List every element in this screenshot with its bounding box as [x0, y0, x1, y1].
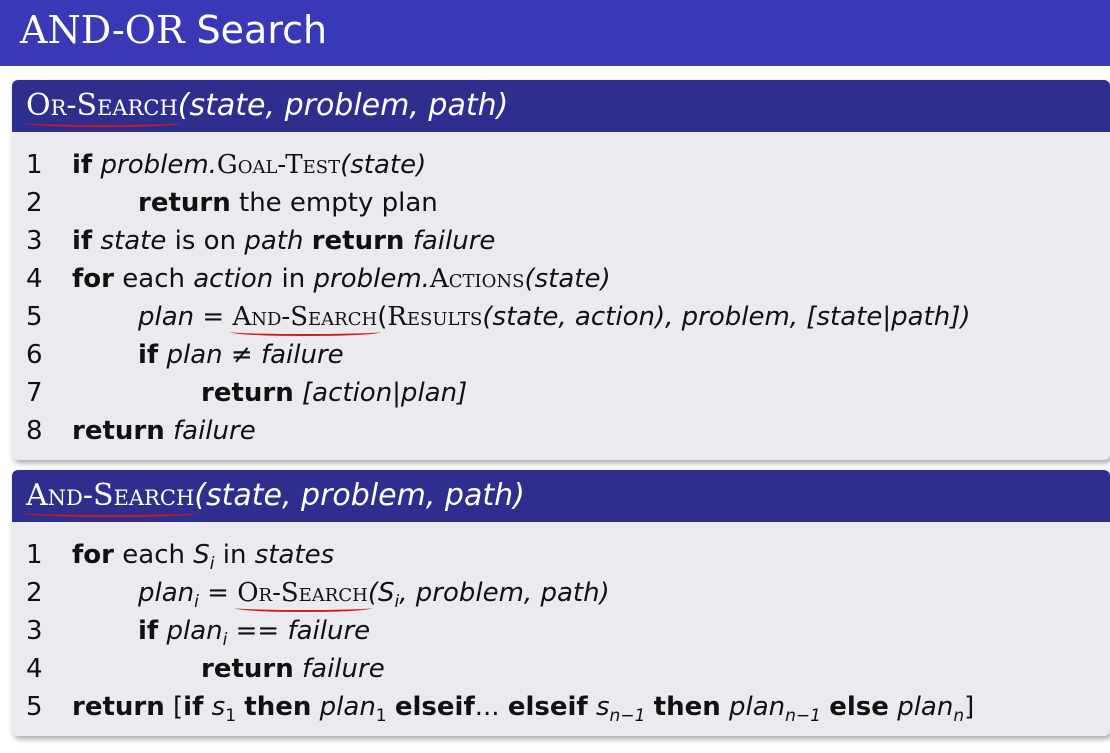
line-number: 4 — [26, 654, 43, 684]
slide-title-search: Search — [184, 8, 328, 52]
code-line: 5 return [if s1 then plan1 elseif... els… — [12, 688, 1110, 726]
line-number: 5 — [26, 692, 43, 722]
and-search-title: And-Search(state, problem, path) — [12, 470, 1110, 522]
line-number: 3 — [26, 616, 43, 646]
code-line: 6 if plan ≠ failure — [12, 336, 1110, 374]
line-number: 5 — [26, 302, 43, 332]
code-line: 4 return failure — [12, 650, 1110, 688]
code-line: 3 if plani == failure — [12, 612, 1110, 650]
or-search-params: (state, problem, path) — [177, 88, 509, 123]
line-number: 4 — [26, 264, 43, 294]
and-search-body: 1 for each Si in states 2 plani = Or-Sea… — [12, 522, 1110, 736]
slide-title-andor: AND-OR — [20, 8, 185, 52]
and-search-block: And-Search(state, problem, path) 1 for e… — [12, 470, 1110, 736]
code-line: 4 for each action in problem.Actions(sta… — [12, 260, 1110, 298]
line-number: 8 — [26, 416, 43, 446]
or-search-block: Or-Search(state, problem, path) 1 if pro… — [12, 80, 1110, 460]
line-number: 1 — [26, 540, 43, 570]
code-line: 5 plan = And-Search(Results(state, actio… — [12, 298, 1110, 336]
code-line: 3 if state is on path return failure — [12, 222, 1110, 260]
and-search-name: And-Search — [26, 478, 195, 513]
code-line: 2 plani = Or-Search(Si, problem, path) — [12, 574, 1110, 612]
slide-header: AND-OR Search — [0, 0, 1110, 66]
line-number: 6 — [26, 340, 43, 370]
and-search-call: And-Search — [232, 302, 378, 332]
or-search-call: Or-Search — [237, 578, 368, 608]
or-search-body: 1 if problem.Goal-Test(state) 2 return t… — [12, 132, 1110, 460]
and-search-params: (state, problem, path) — [194, 478, 525, 513]
code-line: 2 return the empty plan — [12, 184, 1110, 222]
code-line: 1 if problem.Goal-Test(state) — [12, 146, 1110, 184]
or-search-name: Or-Search — [26, 88, 178, 123]
line-number: 1 — [26, 150, 43, 180]
code-line: 8 return failure — [12, 412, 1110, 450]
line-number: 2 — [26, 578, 43, 608]
line-number: 7 — [26, 378, 43, 408]
line-number: 2 — [26, 188, 43, 218]
code-line: 7 return [action|plan] — [12, 374, 1110, 412]
or-search-title: Or-Search(state, problem, path) — [12, 80, 1110, 132]
code-line: 1 for each Si in states — [12, 536, 1110, 574]
slide-title: AND-OR Search — [20, 6, 327, 54]
line-number: 3 — [26, 226, 43, 256]
